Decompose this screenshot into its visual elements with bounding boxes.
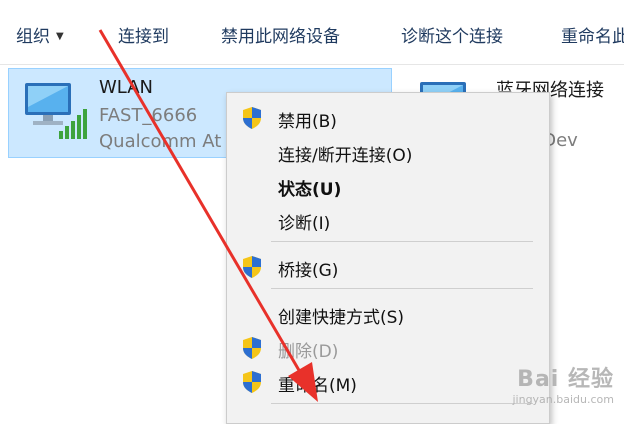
disable-device-button[interactable]: 禁用此网络设备 [221,22,340,47]
uac-shield-icon [243,107,261,129]
uac-shield-icon [243,337,261,359]
chevron-down-icon: ▼ [56,31,64,42]
command-bar: 组织 ▼ 连接到 禁用此网络设备 诊断这个连接 重命名此 [0,0,624,65]
menu-separator [271,403,533,404]
menu-item-bridge[interactable]: 桥接(G) [227,252,549,282]
menu-item-label: 重命名(M) [278,376,357,396]
wlan-ssid: FAST_6666 [99,105,198,126]
menu-item-label: 桥接(G) [278,261,339,281]
menu-item-disable[interactable]: 禁用(B) [227,103,549,133]
menu-item-label: 状态(U) [278,180,342,200]
wlan-adapter: Qualcomm At [99,131,222,152]
menu-item-label: 创建快捷方式(S) [278,308,405,328]
menu-item-delete: 删除(D) [227,333,549,363]
watermark-url: jingyan.baidu.com [512,393,614,406]
menu-item-label: 禁用(B) [278,112,337,132]
baidu-jingyan-watermark: Bai 经验 jingyan.baidu.com [512,361,614,406]
menu-item-rename[interactable]: 重命名(M) [227,367,549,397]
organize-label: 组织 [16,27,50,47]
menu-item-create-shortcut[interactable]: 创建快捷方式(S) [227,299,549,329]
menu-item-label: 删除(D) [278,342,339,362]
wlan-name: WLAN [99,77,154,98]
uac-shield-icon [243,371,261,393]
menu-item-label: 诊断(I) [278,214,331,234]
menu-item-status[interactable]: 状态(U) [227,171,549,201]
diagnose-button[interactable]: 诊断这个连接 [401,22,503,47]
menu-item-label: 连接/断开连接(O) [278,146,413,166]
menu-separator [271,241,533,242]
watermark-brand: Bai 经验 [517,367,614,392]
menu-item-diagnose[interactable]: 诊断(I) [227,205,549,235]
connect-to-button[interactable]: 连接到 [118,22,169,47]
rename-button[interactable]: 重命名此 [561,22,624,47]
wireless-adapter-icon [25,83,87,139]
context-menu: 禁用(B) 连接/断开连接(O) 状态(U) 诊断(I) 桥接(G) 创建快捷方… [226,92,550,424]
menu-separator [271,288,533,289]
menu-item-connect-disconnect[interactable]: 连接/断开连接(O) [227,137,549,167]
uac-shield-icon [243,256,261,278]
organize-button[interactable]: 组织 ▼ [16,22,64,47]
